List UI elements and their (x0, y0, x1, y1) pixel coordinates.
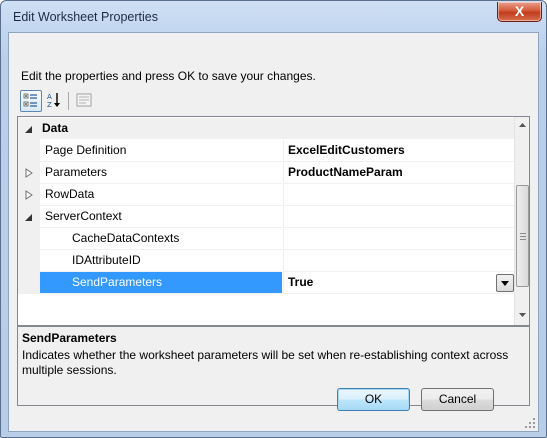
expanded-triangle-icon[interactable] (24, 213, 33, 222)
property-value[interactable]: ExcelEditCustomers (283, 140, 515, 162)
categorized-view-icon (23, 93, 37, 107)
svg-text:A: A (47, 93, 52, 101)
alphabetical-sort-button[interactable]: A Z (44, 90, 64, 110)
property-name: Parameters (40, 162, 282, 184)
chevron-down-icon (501, 281, 509, 286)
expanded-triangle-icon[interactable] (24, 125, 33, 134)
ok-button[interactable]: OK (337, 388, 410, 411)
property-value[interactable] (283, 184, 515, 206)
scroll-down-arrow-icon (519, 313, 526, 317)
property-row-idattributeid[interactable]: IDAttributeID (18, 250, 515, 272)
instruction-text: Edit the properties and press OK to save… (21, 69, 316, 83)
grid-vertical-scrollbar[interactable] (514, 117, 529, 325)
property-name: Page Definition (40, 140, 282, 162)
thumb-grip-line (520, 239, 526, 240)
property-row-parameters[interactable]: Parameters ProductNameParam (18, 162, 515, 184)
property-name: CacheDataContexts (40, 228, 282, 250)
close-button[interactable]: X (497, 2, 542, 22)
row-gutter (18, 250, 40, 272)
property-value[interactable] (283, 206, 515, 228)
property-pages-button[interactable] (74, 90, 94, 110)
property-name: RowData (40, 184, 282, 206)
title-bar[interactable]: Edit Worksheet Properties X (1, 1, 546, 31)
row-gutter (18, 140, 40, 162)
category-row-data[interactable]: Data (18, 118, 514, 140)
scroll-up-button[interactable] (515, 118, 529, 133)
dialog-body: Edit the properties and press OK to save… (8, 32, 539, 432)
property-value-editor[interactable]: True (283, 272, 515, 294)
property-value[interactable] (283, 250, 515, 272)
property-row-cachedatacontexts[interactable]: CacheDataContexts (18, 228, 515, 250)
property-pages-icon (76, 93, 92, 107)
scroll-down-button[interactable] (515, 307, 529, 322)
property-name-selected: SendParameters (40, 272, 282, 294)
edit-worksheet-properties-dialog: Edit Worksheet Properties X Edit the pro… (0, 0, 547, 438)
property-name: IDAttributeID (40, 250, 282, 272)
row-gutter (18, 272, 40, 294)
property-row-servercontext[interactable]: ServerContext (18, 206, 515, 228)
property-value[interactable]: ProductNameParam (283, 162, 515, 184)
value-dropdown-button[interactable] (496, 274, 514, 292)
thumb-grip-line (520, 233, 526, 234)
scroll-up-arrow-icon (519, 123, 526, 127)
property-value[interactable] (283, 228, 515, 250)
property-grid: Data Page Definition ExcelEditCustomers … (17, 116, 530, 326)
property-row-page-definition[interactable]: Page Definition ExcelEditCustomers (18, 140, 515, 162)
category-label: Data (40, 118, 514, 139)
collapsed-triangle-icon[interactable] (25, 190, 34, 200)
svg-text:Z: Z (47, 101, 52, 109)
thumb-grip-line (520, 236, 526, 237)
close-icon: X (514, 3, 525, 19)
row-gutter (18, 228, 40, 250)
description-title: SendParameters (22, 331, 117, 345)
property-name: ServerContext (40, 206, 282, 228)
property-row-rowdata[interactable]: RowData (18, 184, 515, 206)
categorized-view-button[interactable] (20, 90, 42, 112)
window-title: Edit Worksheet Properties (13, 10, 158, 24)
scroll-thumb[interactable] (516, 185, 529, 287)
cancel-button[interactable]: Cancel (421, 388, 494, 411)
toolbar-separator (68, 92, 69, 110)
resize-grip-icon[interactable] (524, 417, 536, 429)
collapsed-triangle-icon[interactable] (25, 168, 34, 178)
alphabetical-sort-icon: A Z (47, 93, 60, 109)
property-row-sendparameters[interactable]: SendParameters True (18, 272, 515, 294)
description-text: Indicates whether the worksheet paramete… (22, 348, 509, 377)
